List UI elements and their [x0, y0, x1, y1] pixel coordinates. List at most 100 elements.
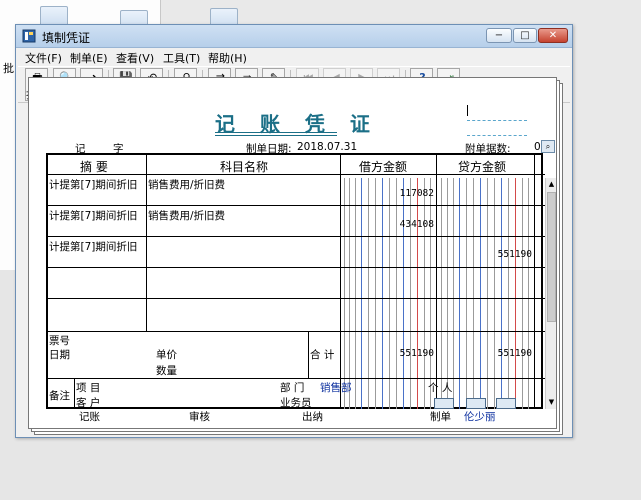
credit-digit-rule — [459, 178, 460, 409]
debit-digit-rule — [361, 178, 362, 409]
column-divider — [534, 155, 535, 409]
credit-digit-rule — [473, 178, 474, 409]
department-value[interactable]: 销售部 — [320, 380, 352, 395]
debit-digit-rule — [349, 178, 350, 409]
voucher-code-field[interactable] — [467, 120, 527, 121]
menu-tools[interactable]: 工具(T) — [163, 50, 200, 66]
column-divider — [74, 378, 75, 409]
title-bar[interactable]: 填制凭证 − □ ✕ — [16, 25, 572, 48]
scroll-thumb[interactable] — [547, 192, 556, 322]
quantity-label: 数量 — [156, 365, 177, 377]
scroll-up-icon[interactable]: ▲ — [547, 180, 556, 189]
debit-column-header: 借方金额 — [359, 160, 408, 174]
debit-digit-rule — [417, 178, 418, 409]
attachments-value[interactable]: 0 — [534, 141, 541, 153]
ticket-date-label: 日期 — [49, 349, 70, 361]
row-divider — [48, 205, 545, 206]
total-credit: 551190 — [497, 348, 532, 359]
app-icon — [22, 29, 36, 43]
background-label: 批 — [3, 62, 14, 75]
credit-digit-rule — [501, 178, 502, 409]
summary-column-header: 摘 要 — [80, 160, 108, 174]
text-cursor — [467, 105, 468, 116]
credit-digit-rule — [522, 178, 523, 409]
card-icon[interactable] — [496, 398, 516, 409]
maker-label: 制单 — [430, 411, 451, 423]
minimize-icon: − — [494, 30, 504, 41]
menu-help[interactable]: 帮助(H) — [208, 50, 247, 66]
column-divider — [146, 155, 147, 331]
unit-price-label: 单价 — [156, 349, 177, 361]
credit-digit-rule — [487, 178, 488, 409]
row-debit[interactable]: 117082 — [341, 188, 434, 199]
credit-digit-rule — [453, 178, 454, 409]
account-column-header: 科目名称 — [220, 160, 269, 174]
debit-digit-rule — [396, 178, 397, 409]
credit-column-header: 贷方金额 — [458, 160, 507, 174]
row-divider — [48, 298, 545, 299]
row-account[interactable]: 销售费用/折旧费 — [148, 177, 225, 192]
ticket-number-label: 票号 — [49, 335, 70, 347]
person-label: 个 人 — [428, 382, 453, 394]
debit-digit-rule — [389, 178, 390, 409]
credit-digit-rule — [515, 178, 516, 409]
row-divider — [48, 378, 545, 379]
title-underline — [215, 132, 337, 133]
menu-file[interactable]: 文件(F) — [25, 50, 62, 66]
total-label: 合 计 — [310, 349, 335, 361]
credit-digit-rule — [494, 178, 495, 409]
voucher-paper: 记 账 凭 证 记 字 制单日期: 2018.07.31 附单据数: 0 ⌕ 摘… — [28, 77, 557, 429]
close-icon: ✕ — [548, 30, 558, 41]
date-value[interactable]: 2018.07.31 — [297, 141, 357, 153]
debit-digit-rule — [424, 178, 425, 409]
menu-voucher[interactable]: 制单(E) — [70, 50, 108, 66]
debit-digit-rule — [382, 178, 383, 409]
maximize-button[interactable]: □ — [513, 28, 537, 43]
department-label: 部 门 — [280, 382, 305, 394]
credit-digit-rule — [528, 178, 529, 409]
project-label: 项 目 — [76, 382, 101, 394]
cashier-label: 出纳 — [302, 411, 323, 423]
search-icon[interactable]: ⌕ — [541, 140, 555, 153]
menu-view[interactable]: 查看(V) — [116, 50, 154, 66]
total-debit: 551190 — [399, 348, 434, 359]
debit-digit-rule — [410, 178, 411, 409]
scroll-down-icon[interactable]: ▼ — [547, 398, 556, 407]
credit-digit-rule — [441, 178, 442, 409]
remarks-label: 备注 — [49, 390, 70, 402]
row-debit[interactable]: 434108 — [341, 219, 434, 230]
row-summary[interactable]: 计提第[7]期间折旧 — [49, 177, 137, 192]
vertical-scrollbar[interactable]: ▲ ▼ — [545, 178, 556, 409]
reviewer-label: 审核 — [189, 411, 210, 423]
row-divider — [48, 267, 545, 268]
debit-digit-rule — [375, 178, 376, 409]
debit-digit-rule — [368, 178, 369, 409]
row-summary[interactable]: 计提第[7]期间折旧 — [49, 239, 137, 254]
row-divider — [48, 331, 545, 332]
row-summary[interactable]: 计提第[7]期间折旧 — [49, 208, 137, 223]
card-icon[interactable] — [466, 398, 486, 409]
card-icon[interactable] — [434, 398, 454, 409]
minimize-button[interactable]: − — [486, 28, 512, 43]
row-account[interactable]: 销售费用/折旧费 — [148, 208, 225, 223]
row-divider — [48, 236, 545, 237]
title-underline — [215, 135, 337, 136]
voucher-entry-grid: 摘 要 科目名称 借方金额 贷方金额 计提第[7]期间折旧 销售费用/折旧费 1… — [46, 153, 556, 409]
credit-digit-rule — [466, 178, 467, 409]
window-title: 填制凭证 — [42, 31, 91, 45]
menu-bar: 文件(F) 制单(E) 查看(V) 工具(T) 帮助(H) — [16, 48, 572, 66]
maker-value: 伦少丽 — [464, 411, 496, 423]
credit-digit-rule — [480, 178, 481, 409]
debit-digit-rule — [403, 178, 404, 409]
credit-digit-rule — [447, 178, 448, 409]
salesman-label: 业务员 — [280, 397, 312, 409]
voucher-code-field[interactable] — [467, 135, 527, 136]
column-divider — [308, 331, 309, 378]
debit-digit-rule — [430, 178, 431, 409]
debit-digit-rule — [355, 178, 356, 409]
close-button[interactable]: ✕ — [538, 28, 568, 43]
row-credit[interactable]: 551190 — [437, 249, 532, 260]
credit-digit-rule — [508, 178, 509, 409]
column-divider — [436, 155, 437, 409]
customer-label: 客 户 — [76, 397, 101, 409]
